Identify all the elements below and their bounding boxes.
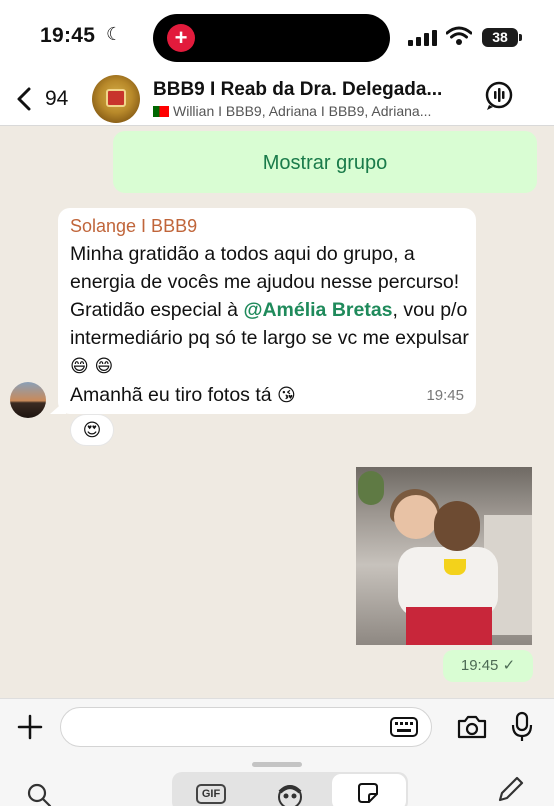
tab-sticker[interactable] — [332, 774, 406, 806]
tab-gif[interactable]: GIF — [196, 784, 226, 804]
search-icon[interactable] — [26, 782, 52, 806]
back-chevron-icon[interactable] — [14, 86, 34, 112]
group-members-text: Willian I BBB9, Adriana I BBB9, Adriana.… — [173, 103, 432, 119]
message-text: Minha gratidão a todos aqui do grupo, a … — [70, 240, 470, 410]
sender-name[interactable]: Solange I BBB9 — [70, 216, 197, 237]
avatar-tab-icon[interactable] — [275, 782, 305, 806]
mention-link[interactable]: @Amélia Bretas — [243, 299, 392, 321]
cellular-signal-icon — [408, 30, 437, 46]
keyboard-icon[interactable] — [390, 717, 418, 737]
status-bar: 19:45 ☾ + 38 — [0, 0, 554, 72]
plus-icon[interactable] — [16, 713, 44, 741]
status-time: 19:45 — [40, 24, 96, 47]
emoji-tray: GIF — [0, 756, 554, 806]
app-badge-icon: + — [167, 24, 195, 52]
voice-chat-icon[interactable] — [484, 80, 516, 112]
chat-area[interactable]: Mostrar grupo Solange I BBB9 Minha grati… — [0, 127, 554, 698]
kiss-emoji: 😘 — [277, 385, 296, 406]
tray-handle[interactable] — [252, 762, 302, 767]
group-avatar[interactable] — [92, 75, 140, 123]
incoming-message[interactable]: Solange I BBB9 Minha gratidão a todos aq… — [58, 208, 476, 414]
show-group-button[interactable]: Mostrar grupo — [113, 131, 537, 193]
outgoing-time-bubble: 19:45 ✓ — [443, 650, 533, 682]
microphone-icon[interactable] — [511, 711, 533, 743]
portugal-flag-icon — [153, 106, 169, 117]
camera-icon[interactable] — [456, 714, 488, 740]
chat-header: 94 BBB9 I Reab da Dra. Delegada... Willi… — [0, 72, 554, 126]
message-text-part: Amanhã eu tiro fotos tá — [70, 384, 278, 406]
sender-avatar[interactable] — [10, 382, 46, 418]
group-members[interactable]: Willian I BBB9, Adriana I BBB9, Adriana.… — [153, 103, 431, 119]
wifi-icon — [446, 26, 472, 45]
reaction-heart-eyes[interactable]: 😍 — [70, 414, 114, 446]
group-title[interactable]: BBB9 I Reab da Dra. Delegada... — [153, 79, 442, 101]
unread-count[interactable]: 94 — [45, 87, 68, 111]
battery-icon: 38 — [482, 28, 522, 47]
dynamic-island: + — [153, 14, 390, 62]
tray-tabs: GIF — [172, 772, 408, 806]
moon-icon: ☾ — [106, 24, 123, 44]
composer-bar — [0, 698, 554, 756]
sticker-icon — [358, 783, 378, 803]
message-input[interactable] — [60, 707, 432, 747]
pencil-icon[interactable] — [496, 774, 526, 804]
photo-message[interactable] — [356, 467, 532, 645]
grin-emoji: 😄 😄 — [70, 356, 114, 377]
message-time: 19:45 — [426, 387, 464, 404]
